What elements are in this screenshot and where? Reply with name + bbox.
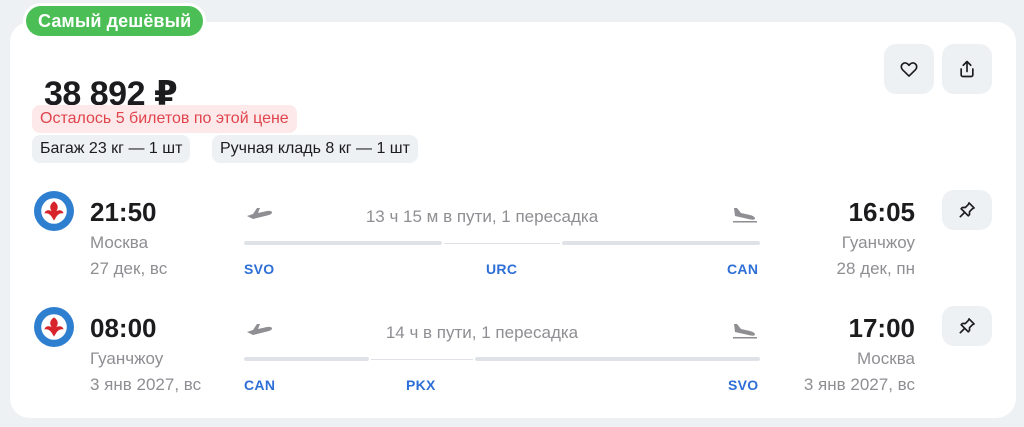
airline-flower-icon bbox=[41, 314, 67, 340]
flight-offer-card[interactable]: 38 892 ₽ Осталось 5 билетов по этой цене… bbox=[10, 22, 1016, 418]
arrival-time: 16:05 bbox=[848, 197, 916, 227]
departure-city: Гуанчжоу bbox=[90, 349, 164, 368]
heart-icon bbox=[900, 62, 918, 77]
arrival-city: Москва bbox=[856, 349, 915, 368]
arrival-city: Гуанчжоу bbox=[841, 233, 915, 252]
departure-date: 3 янв 2027, вс bbox=[90, 375, 202, 394]
takeoff-plane-icon bbox=[247, 324, 272, 335]
departure-time: 21:50 bbox=[90, 197, 157, 227]
takeoff-plane-icon bbox=[247, 208, 272, 219]
hand-luggage-chip: Ручная кладь 8 кг — 1 шт bbox=[212, 135, 418, 163]
layover-line bbox=[371, 359, 473, 360]
pin-button[interactable] bbox=[942, 306, 992, 346]
favorite-button[interactable] bbox=[884, 44, 934, 94]
share-button[interactable] bbox=[942, 44, 992, 94]
pin-icon bbox=[959, 202, 975, 218]
flight-duration: 13 ч 15 м в пути, 1 пересадка bbox=[365, 207, 599, 226]
landing-plane-icon bbox=[733, 324, 757, 339]
airline-flower-icon bbox=[41, 198, 67, 224]
origin-airport-code: SVO bbox=[244, 261, 275, 277]
arrival-time: 17:00 bbox=[848, 313, 916, 343]
flight-duration: 14 ч в пути, 1 пересадка bbox=[385, 323, 579, 342]
airline-logo bbox=[34, 307, 74, 347]
layover-airport-code: PKX bbox=[406, 377, 436, 393]
airline-logo bbox=[34, 191, 74, 231]
departure-city: Москва bbox=[90, 233, 149, 252]
layover-line bbox=[444, 243, 560, 244]
pin-button[interactable] bbox=[942, 190, 992, 230]
departure-date: 27 дек, вс bbox=[90, 259, 168, 278]
route-leg-bar bbox=[244, 241, 442, 245]
arrival-date: 28 дек, пн bbox=[836, 259, 915, 278]
cheapest-badge: Самый дешёвый bbox=[26, 6, 204, 36]
baggage-chip: Багаж 23 кг — 1 шт bbox=[32, 135, 191, 163]
origin-airport-code: CAN bbox=[244, 377, 276, 393]
landing-plane-icon bbox=[733, 208, 757, 223]
tickets-left-notice: Осталось 5 билетов по этой цене bbox=[32, 105, 297, 133]
arrival-date: 3 янв 2027, вс bbox=[803, 375, 915, 394]
route-leg-bar bbox=[244, 357, 369, 361]
share-icon bbox=[960, 60, 974, 78]
departure-time: 08:00 bbox=[90, 313, 157, 343]
pin-icon bbox=[959, 318, 975, 334]
layover-airport-code: URC bbox=[486, 261, 518, 277]
